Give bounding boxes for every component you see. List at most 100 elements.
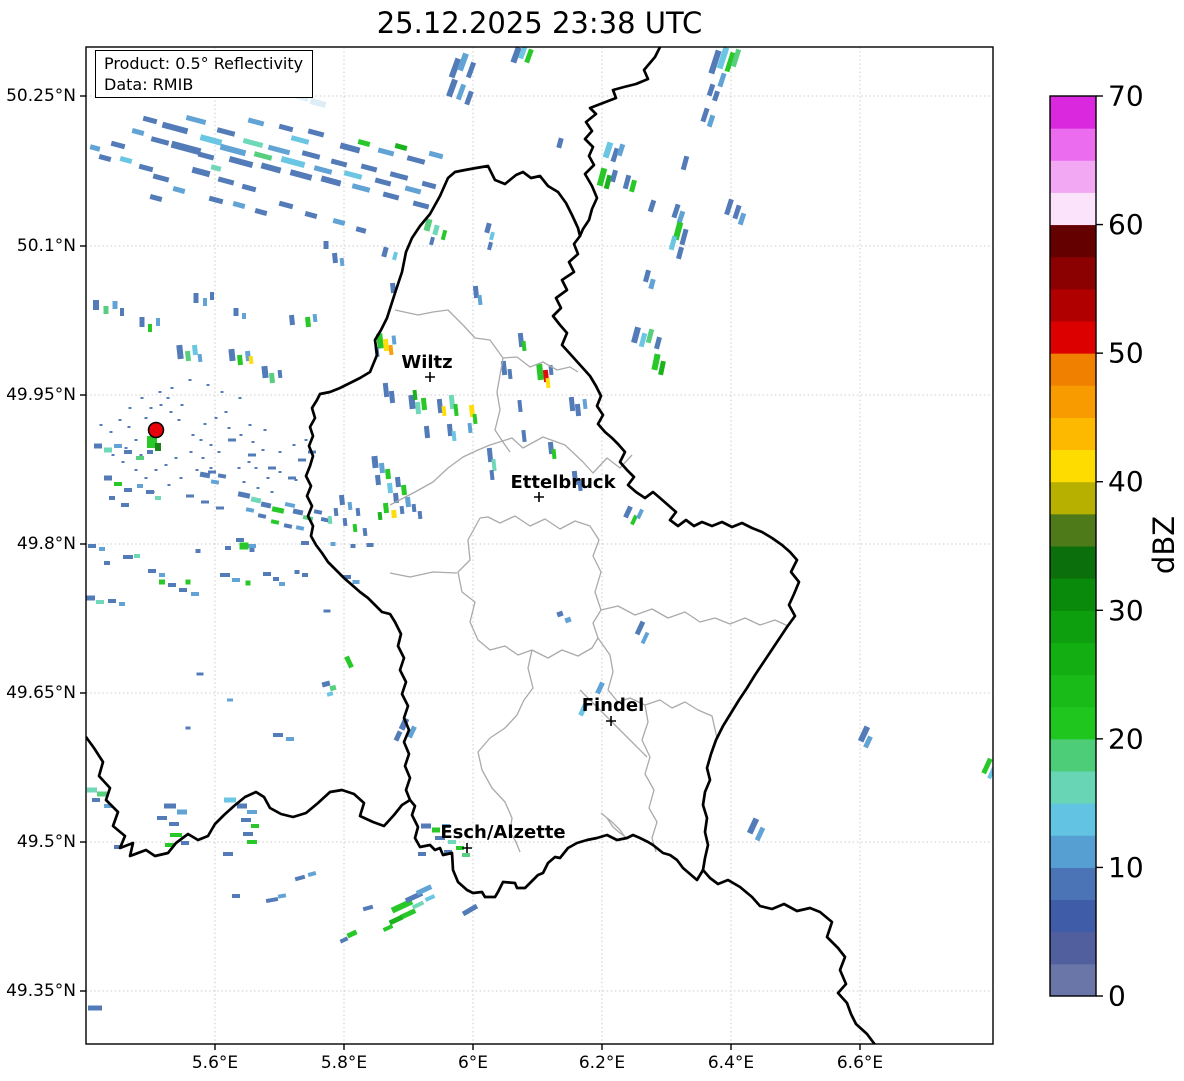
y-tick-label: 49.95°N	[6, 385, 76, 405]
colorbar-tick-label: 10	[1108, 851, 1144, 884]
radar-echo	[382, 502, 390, 514]
radar-echo	[96, 600, 104, 604]
radar-echo	[220, 573, 230, 577]
radar-echo	[312, 313, 318, 323]
radar-echo	[93, 300, 99, 310]
radar-echo-speckle	[167, 484, 171, 486]
radar-echo	[302, 573, 308, 577]
radar-echo	[432, 827, 440, 833]
radar-echo	[384, 468, 392, 480]
radar-echo-speckle	[201, 500, 209, 504]
radar-echo	[119, 602, 125, 606]
radar-echo	[88, 1005, 102, 1011]
product-info-box: Product: 0.5° Reflectivity Data: RMIB	[95, 50, 313, 98]
colorbar-segment	[1050, 513, 1096, 547]
city-label: Findel	[582, 695, 645, 716]
radar-echo	[184, 350, 192, 362]
radar-echo-speckle	[263, 429, 267, 431]
radar-echo	[241, 818, 251, 822]
colorbar-segment	[1050, 706, 1096, 740]
radar-echo	[288, 314, 296, 326]
radar-echo-speckle	[111, 454, 115, 456]
radar-echo-speckle	[166, 397, 170, 399]
radar-echo-speckle	[278, 451, 282, 453]
colorbar-tick-label: 30	[1108, 594, 1144, 627]
radar-echo	[104, 475, 112, 481]
y-tick-label: 50.1°N	[17, 236, 76, 256]
radar-echo-speckle	[124, 447, 128, 449]
radar-echo	[248, 544, 256, 548]
radar-echo	[263, 572, 271, 576]
radar-echo	[94, 443, 102, 449]
radar-echo	[120, 308, 124, 316]
radar-echo	[301, 541, 309, 545]
radar-screenshot-page: 25.12.2025 23:38 UTC Product: 0.5° Refle…	[0, 0, 1184, 1081]
radar-echo	[155, 496, 161, 500]
radar-echo	[157, 816, 167, 820]
colorbar-segment	[1050, 674, 1096, 708]
radar-echo-speckle	[247, 461, 251, 463]
colorbar-segment	[1050, 128, 1096, 161]
radar-echo	[418, 852, 426, 856]
radar-echo	[245, 580, 251, 586]
radar-echo	[179, 588, 187, 592]
radar-echo	[137, 484, 143, 488]
radar-echo-speckle	[266, 477, 270, 479]
radar-echo-speckle	[149, 407, 153, 409]
radar-echo-speckle	[278, 471, 282, 473]
radar-echo	[159, 579, 165, 585]
city-label: Wiltz	[401, 352, 452, 373]
radar-echo	[333, 507, 339, 517]
radar-echo-speckle	[216, 506, 224, 510]
radar-site-marker	[147, 421, 165, 439]
radar-echo-speckle	[109, 431, 113, 433]
radar-echo	[197, 353, 203, 363]
product-label: Product: 0.5° Reflectivity	[104, 54, 304, 73]
radar-echo	[223, 852, 233, 856]
radar-echo	[242, 313, 246, 319]
radar-echo	[88, 544, 96, 548]
radar-echo-speckle	[248, 424, 252, 426]
plot-background	[86, 47, 993, 1044]
radar-echo	[92, 798, 100, 802]
colorbar-segment	[1050, 449, 1096, 483]
radar-echo	[227, 698, 233, 702]
radar-echo-speckle	[188, 379, 192, 381]
radar-echo	[164, 803, 176, 809]
radar-echo	[109, 496, 115, 500]
radar-echo	[103, 306, 109, 314]
radar-echo	[243, 832, 253, 836]
y-tick-label: 50.25°N	[6, 86, 76, 106]
x-tick-label: 5.8°E	[321, 1053, 367, 1073]
radar-echo-speckle	[217, 451, 221, 453]
radar-echo	[304, 316, 312, 328]
radar-echo	[156, 318, 160, 326]
radar-echo-speckle	[158, 391, 162, 393]
radar-echo	[177, 809, 187, 815]
colorbar-unit-label: dBZ	[1147, 515, 1181, 575]
radar-echo	[195, 549, 201, 553]
radar-echo-speckle	[227, 427, 231, 429]
radar-echo	[273, 733, 283, 737]
radar-echo	[169, 822, 179, 826]
colorbar-tick-label: 0	[1108, 980, 1126, 1013]
radar-echo	[248, 355, 254, 365]
radar-echo	[249, 548, 255, 552]
radar-echo	[155, 443, 161, 451]
colorbar-segment	[1050, 192, 1096, 226]
radar-echo	[124, 488, 132, 492]
radar-echo	[147, 450, 153, 454]
radar-echo	[286, 737, 294, 741]
radar-echo	[123, 555, 133, 559]
radar-echo	[391, 509, 397, 519]
radar-echo-speckle	[203, 423, 207, 425]
radar-echo	[394, 476, 402, 488]
radar-echo-speckle	[189, 451, 193, 453]
radar-echo	[139, 317, 145, 327]
radar-echo	[366, 543, 374, 547]
radar-echo	[168, 583, 176, 587]
colorbar-segment	[1050, 803, 1096, 836]
radar-echo	[170, 833, 182, 837]
colorbar-segment	[1050, 321, 1096, 354]
radar-echo-speckle	[195, 469, 199, 471]
